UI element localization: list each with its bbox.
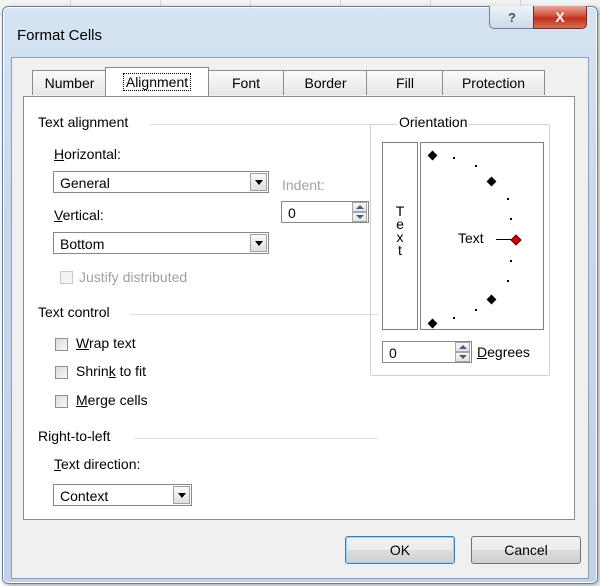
dial-tick	[453, 317, 455, 319]
tab-label: Font	[231, 75, 260, 91]
text-direction-select[interactable]: Context	[53, 484, 192, 506]
merge-cells-checkbox[interactable]	[55, 395, 68, 408]
dialog-titlebar[interactable]: Format Cells ? X	[3, 6, 597, 57]
cancel-button[interactable]: Cancel	[471, 536, 581, 564]
chevron-down-icon[interactable]	[250, 173, 267, 191]
vertical-select[interactable]: Bottom	[53, 232, 269, 254]
right-to-left-heading: Right-to-left	[38, 428, 111, 444]
vertical-text-orientation[interactable]: T e x t	[382, 142, 418, 330]
cancel-label: Cancel	[504, 542, 548, 558]
tab-number[interactable]: Number	[32, 70, 107, 95]
dial-marker-90[interactable]	[427, 150, 438, 161]
text-direction-label: Text direction:	[54, 456, 141, 472]
tab-fill[interactable]: Fill	[366, 70, 444, 95]
vertical-label-text: ertical:	[62, 207, 104, 223]
degrees-label: Degrees	[477, 344, 530, 360]
tab-border[interactable]: Border	[283, 70, 368, 95]
dial-marker-minus-45[interactable]	[486, 294, 497, 305]
shrink-to-fit-checkbox[interactable]	[55, 366, 68, 379]
horizontal-value: General	[60, 175, 110, 191]
tab-label: Number	[44, 75, 95, 91]
merge-cells-label: Merge cells	[76, 392, 148, 408]
justify-distributed-checkbox[interactable]	[60, 271, 73, 284]
text-control-heading: Text control	[38, 304, 110, 320]
spin-up-icon[interactable]	[352, 202, 367, 212]
dialog-title: Format Cells	[17, 27, 103, 44]
dial-tick	[507, 198, 509, 200]
indent-label: Indent:	[282, 177, 325, 193]
ok-label: OK	[389, 542, 411, 558]
tab-protection[interactable]: Protection	[442, 70, 545, 95]
horizontal-label-text: orizontal:	[64, 146, 121, 162]
text-direction-value: Context	[60, 488, 109, 504]
spin-down-icon[interactable]	[455, 352, 470, 362]
vertical-text-letter: t	[398, 242, 402, 258]
dial-tick	[453, 157, 455, 159]
dial-marker-45[interactable]	[486, 176, 497, 187]
section-divider	[130, 314, 378, 315]
help-button[interactable]: ?	[489, 6, 535, 29]
close-icon: X	[555, 9, 565, 25]
wrap-text-checkbox[interactable]	[55, 338, 68, 351]
tab-font[interactable]: Font	[207, 70, 285, 95]
vertical-value: Bottom	[60, 236, 105, 252]
chevron-down-icon[interactable]	[250, 234, 267, 252]
spin-up-icon[interactable]	[455, 342, 470, 352]
indent-spinner[interactable]: 0	[281, 201, 369, 223]
dial-tick	[510, 260, 512, 262]
vertical-label: Vertical:	[54, 207, 104, 223]
shrink-to-fit-label: Shrink to fit	[76, 363, 147, 379]
horizontal-select[interactable]: General	[53, 171, 269, 193]
chevron-down-icon[interactable]	[173, 486, 190, 504]
horizontal-label: Horizontal:	[54, 146, 121, 162]
wrap-text-label: Wrap text	[76, 335, 136, 351]
tab-alignment[interactable]: Alignment	[105, 67, 209, 96]
tab-label: Border	[304, 75, 347, 91]
alignment-panel: Text alignment Horizontal: General Inden…	[23, 96, 575, 520]
degrees-spinner[interactable]: 0	[382, 341, 472, 363]
dial-pointer-icon[interactable]	[510, 234, 522, 246]
dial-tick	[475, 309, 477, 311]
dial-tick	[510, 218, 512, 220]
tab-label: Alignment	[122, 73, 192, 91]
text-alignment-heading: Text alignment	[38, 114, 129, 130]
dial-tick	[475, 165, 477, 167]
dial-text: Text	[458, 230, 484, 246]
orientation-heading: Orientation	[397, 114, 470, 130]
degrees-value: 0	[389, 345, 397, 361]
close-button[interactable]: X	[533, 6, 587, 29]
dial-tick	[507, 280, 509, 282]
tab-label: Protection	[461, 75, 526, 91]
indent-value: 0	[288, 205, 296, 221]
justify-distributed-label: Justify distributed	[79, 269, 188, 285]
spin-down-icon[interactable]	[352, 212, 367, 222]
orientation-dial[interactable]: Text	[420, 142, 544, 330]
tab-label: Fill	[396, 75, 414, 91]
ok-button[interactable]: OK	[345, 536, 455, 564]
section-divider	[150, 124, 378, 125]
section-divider	[134, 438, 378, 439]
help-icon: ?	[508, 9, 516, 25]
dial-marker-minus-90[interactable]	[427, 318, 438, 329]
